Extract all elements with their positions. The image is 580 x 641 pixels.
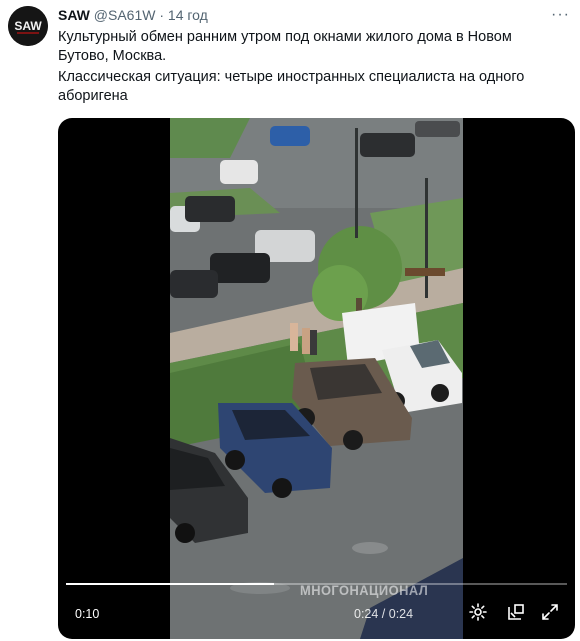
avatar-text: SAW xyxy=(14,19,42,33)
author-handle[interactable]: @SA61W xyxy=(94,7,156,23)
separator-dot: · xyxy=(159,7,165,23)
tweet-text-line-2: Классическая ситуация: четыре иностранны… xyxy=(58,69,525,104)
gear-icon[interactable] xyxy=(468,602,488,622)
tweet-time[interactable]: 14 год xyxy=(168,7,208,23)
video-player[interactable]: МНОГОНАЦИОНАЛ 0:10 0:24 / 0:24 xyxy=(58,118,575,639)
progress-fill xyxy=(66,583,274,585)
tweet-header: SAW @SA61W · 14 год xyxy=(58,6,540,24)
author-name[interactable]: SAW xyxy=(58,7,90,23)
avatar[interactable]: SAW xyxy=(8,6,48,46)
video-frame[interactable]: МНОГОНАЦИОНАЛ xyxy=(170,118,463,639)
fullscreen-icon[interactable] xyxy=(540,602,560,622)
current-time: 0:10 xyxy=(75,607,100,621)
more-options-icon[interactable]: ··· xyxy=(551,6,570,24)
tweet-text-line-1: Культурный обмен ранним утром под окнами… xyxy=(58,29,512,64)
timestamp-overlay: 0:24 / 0:24 xyxy=(354,607,414,621)
progress-bar[interactable] xyxy=(66,583,567,585)
avatar-logo: SAW xyxy=(8,6,48,46)
tweet-text: Культурный обмен ранним утром под окнами… xyxy=(58,28,558,105)
video-scene xyxy=(170,118,463,639)
picture-in-picture-icon[interactable] xyxy=(506,602,526,622)
video-controls: 0:10 0:24 / 0:24 xyxy=(58,598,575,628)
